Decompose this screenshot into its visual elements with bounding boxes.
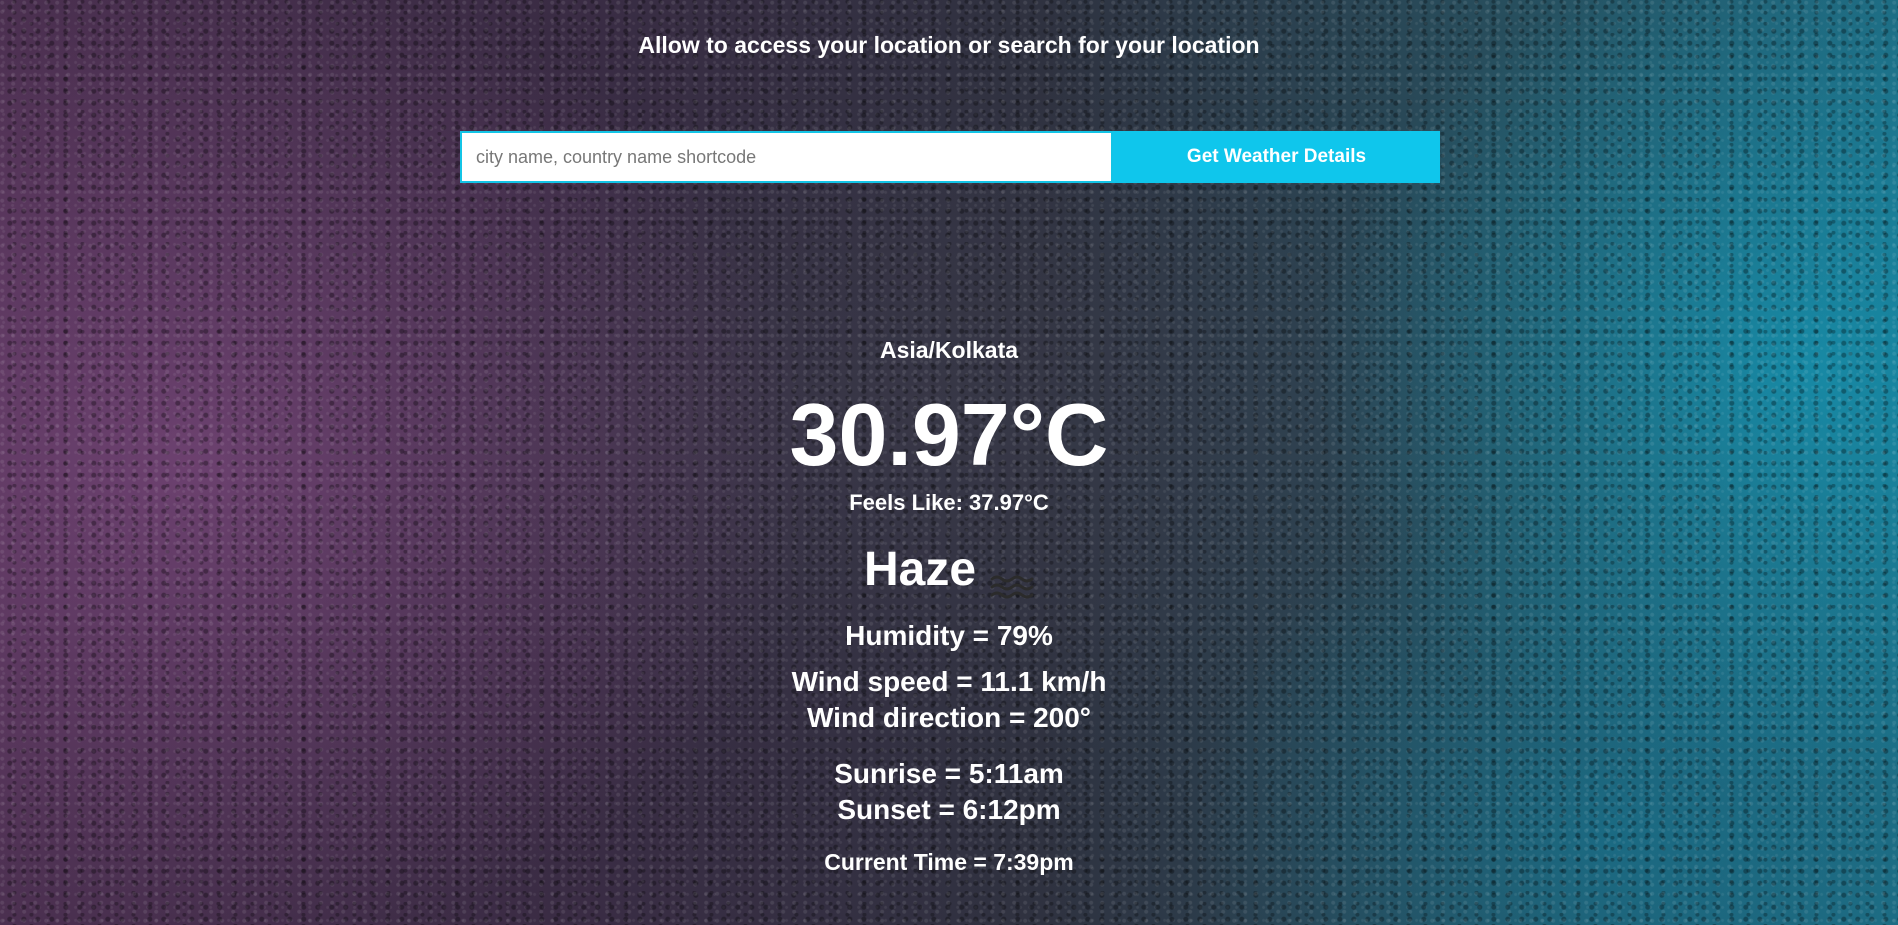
haze-icon xyxy=(990,558,1034,599)
sun-info: Sunrise = 5:11am Sunset = 6:12pm xyxy=(0,756,1898,828)
timezone-label: Asia/Kolkata xyxy=(879,337,1019,363)
current-time-value: Current Time = 7:39pm xyxy=(824,849,1074,875)
wind-speed-value: Wind speed = 11.1 km/h xyxy=(791,666,1107,697)
temperature-value: 30.97°C xyxy=(789,385,1109,484)
weather-condition: Haze xyxy=(0,542,1898,599)
condition-label: Haze xyxy=(863,543,977,596)
sunrise-value: Sunrise = 5:11am xyxy=(834,758,1064,789)
wind-direction-value: Wind direction = 200° xyxy=(806,702,1091,733)
wind-info: Wind speed = 11.1 km/h Wind direction = … xyxy=(0,664,1898,736)
city-search-input[interactable] xyxy=(460,131,1113,183)
feels-like-value: Feels Like: 37.97°C xyxy=(849,490,1049,515)
sunset-value: Sunset = 6:12pm xyxy=(837,794,1061,825)
location-prompt: Allow to access your location or search … xyxy=(638,32,1260,58)
get-weather-button[interactable]: Get Weather Details xyxy=(1113,131,1440,183)
page-content: Allow to access your location or search … xyxy=(0,0,1898,925)
search-form: Get Weather Details xyxy=(460,131,1440,183)
humidity-value: Humidity = 79% xyxy=(845,620,1053,651)
